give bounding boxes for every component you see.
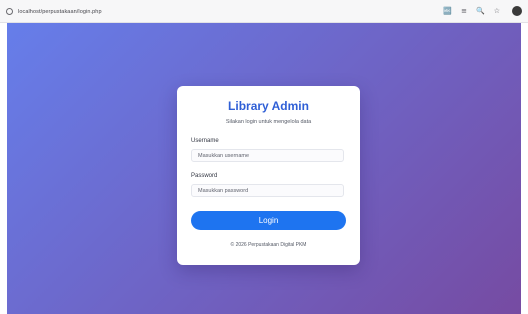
reader-mode-icon[interactable]: ≡	[461, 4, 467, 18]
username-input[interactable]	[191, 149, 344, 162]
address-bar[interactable]: localhost/perpustakaan/login.php	[6, 5, 102, 18]
page-title: Library Admin	[228, 99, 309, 113]
translate-icon[interactable]: 🔤	[443, 4, 452, 18]
browser-toolbar: localhost/perpustakaan/login.php 🔤 ≡ 🔍 ☆	[0, 0, 528, 23]
page-subtitle: Silakan login untuk mengelola data	[225, 119, 312, 125]
footer-copyright: © 2026 Perpustakaan Digital PKM	[230, 242, 307, 248]
zoom-icon[interactable]: 🔍	[476, 4, 485, 18]
password-input[interactable]	[191, 184, 344, 197]
page-background: Library Admin Silakan login untuk mengel…	[7, 23, 521, 314]
site-info-icon[interactable]	[6, 8, 13, 15]
login-card: Library Admin Silakan login untuk mengel…	[177, 86, 360, 265]
profile-icon[interactable]	[512, 6, 522, 16]
password-label: Password	[191, 173, 218, 179]
address-bar-url[interactable]: localhost/perpustakaan/login.php	[18, 9, 102, 15]
bookmark-star-icon[interactable]: ☆	[494, 4, 500, 18]
login-button[interactable]: Login	[191, 211, 346, 230]
browser-actions: 🔤 ≡ 🔍 ☆	[443, 4, 522, 18]
username-label: Username	[191, 138, 219, 144]
